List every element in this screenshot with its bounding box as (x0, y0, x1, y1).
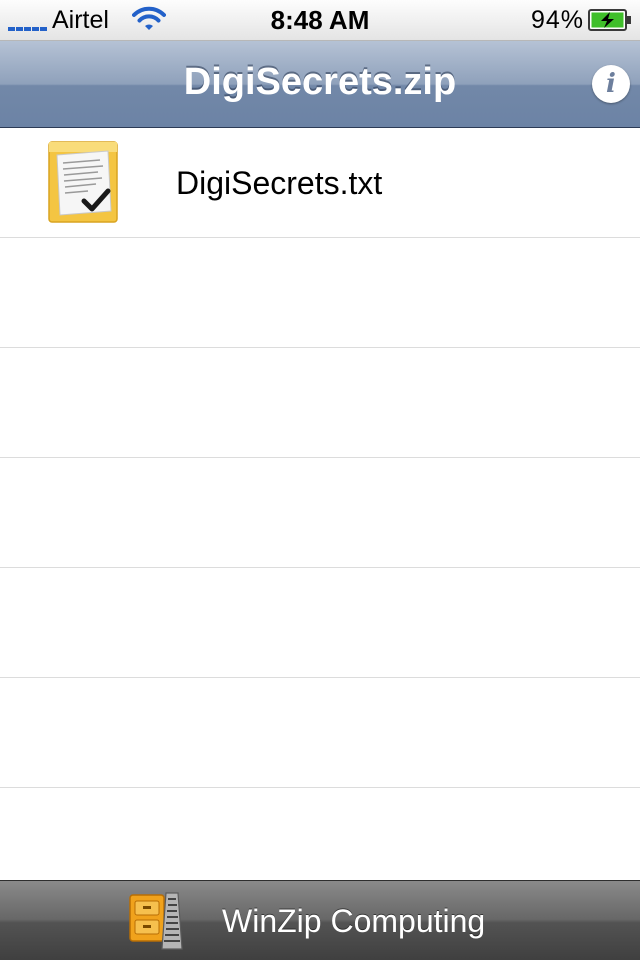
winzip-logo-icon[interactable] (126, 889, 190, 953)
bottom-toolbar: WinZip Computing (0, 880, 640, 960)
list-item-empty (0, 458, 640, 568)
page-title: DigiSecrets.zip (183, 61, 457, 103)
toolbar-label[interactable]: WinZip Computing (222, 903, 485, 940)
info-button[interactable]: i (592, 65, 630, 103)
file-list: DigiSecrets.txt (0, 128, 640, 880)
list-item-empty (0, 788, 640, 880)
list-item-empty (0, 568, 640, 678)
list-item-empty (0, 678, 640, 788)
info-icon: i (606, 69, 616, 99)
text-document-icon (48, 141, 118, 223)
app-screen: Airtel 8:48 AM 94% DigiSecrets.zip i Dig… (0, 0, 640, 960)
list-item-empty (0, 348, 640, 458)
status-bar: Airtel 8:48 AM 94% (0, 0, 640, 41)
navigation-bar: DigiSecrets.zip i (0, 41, 640, 129)
list-item-file[interactable]: DigiSecrets.txt (0, 128, 640, 238)
battery-charging-icon (588, 9, 631, 31)
list-item-empty (0, 238, 640, 348)
battery-percent: 94% (530, 6, 584, 34)
file-name: DigiSecrets.txt (176, 165, 383, 201)
